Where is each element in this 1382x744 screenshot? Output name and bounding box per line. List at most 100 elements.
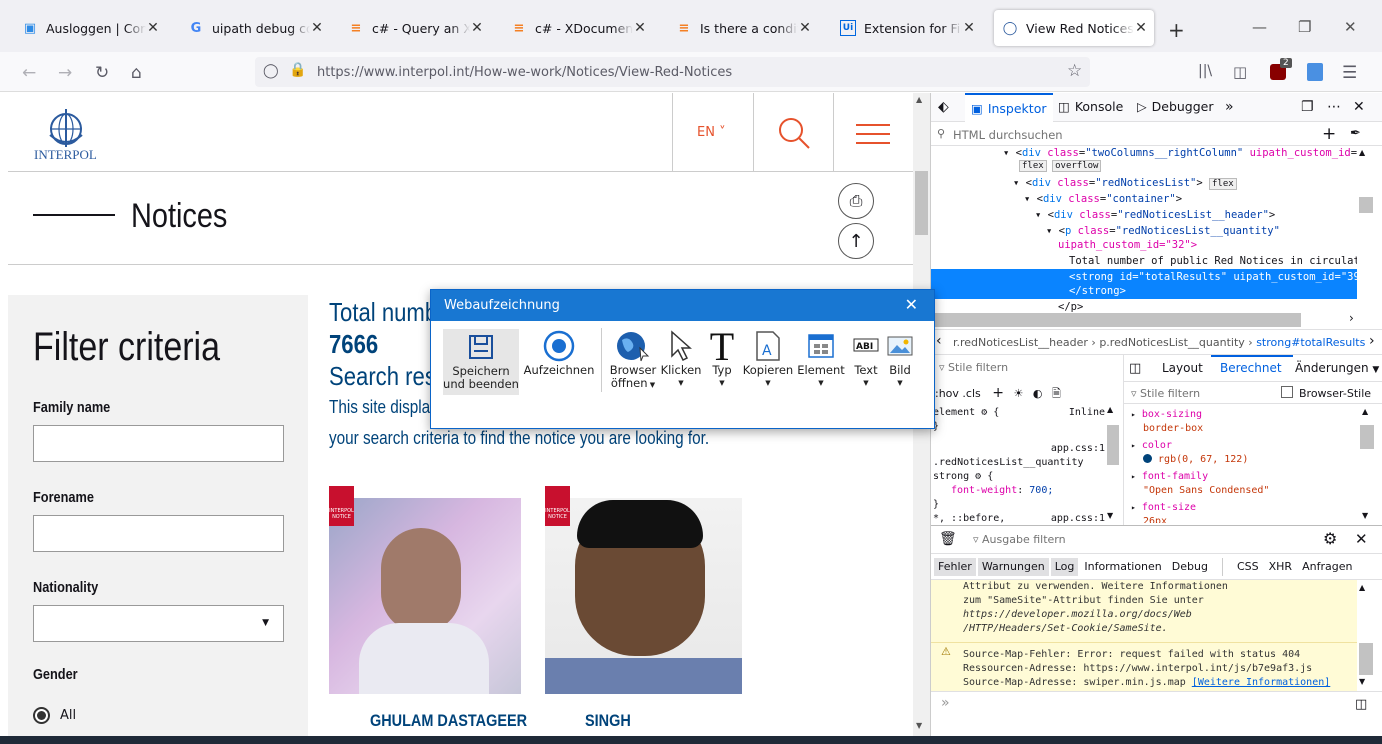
record-button[interactable]: Aufzeichnen (523, 328, 595, 377)
console-prompt[interactable]: » (941, 695, 950, 711)
tab-konsole[interactable]: ◫ Konsole (1058, 99, 1123, 114)
arrow-up-icon[interactable]: ↑ (838, 223, 874, 259)
rule-line[interactable]: .redNoticesList__quantity (933, 456, 1105, 470)
browser-tab[interactable]: ≡ c# - XDocument.De✕ (503, 10, 653, 46)
html-search-input[interactable]: HTML durchsuchen (953, 128, 1063, 142)
rule-line[interactable]: element ⚙ {Inline (933, 406, 1105, 420)
add-node-icon[interactable]: + (1322, 124, 1336, 144)
dom-node[interactable]: ▾ <div class="redNoticesList"> flex (1013, 177, 1237, 190)
browser-tab[interactable]: ▣ Ausloggen | Conso✕ (14, 10, 166, 46)
close-tab-icon[interactable]: ✕ (146, 20, 160, 36)
more-options-icon[interactable]: ⋯ (1327, 99, 1341, 115)
scroll-up-icon[interactable]: ▲ (1359, 148, 1365, 157)
dropdown-arrow-icon[interactable]: ▼ (849, 377, 883, 390)
close-tab-icon[interactable]: ✕ (798, 20, 812, 36)
hov-button[interactable]: :hov (935, 387, 959, 400)
flex-badge[interactable]: flex overflow (1019, 160, 1102, 172)
clear-console-icon[interactable]: 🗑 (939, 531, 957, 547)
url-text[interactable]: https://www.interpol.int/How-we-work/Not… (317, 65, 732, 80)
add-rule-icon[interactable]: + (992, 385, 1004, 401)
person-photo[interactable] (545, 498, 742, 694)
dropdown-arrow-icon[interactable]: ▼ (883, 377, 917, 390)
breadcrumb-right-icon[interactable]: › (1369, 333, 1375, 349)
toggle-sidebar-icon[interactable]: ◫ (1129, 361, 1141, 376)
eyedropper-icon[interactable]: ✒ (1350, 126, 1361, 141)
rule-declaration[interactable]: font-weight: 700; (933, 484, 1105, 498)
light-theme-icon[interactable]: ☀ (1014, 387, 1024, 400)
computed-prop[interactable]: ▸ font-size (1131, 501, 1361, 515)
scroll-up-icon[interactable]: ▲ (916, 95, 922, 104)
scrollbar-thumb[interactable] (915, 171, 928, 235)
dom-node[interactable]: ▾ <div class="redNoticesList__header"> (1035, 209, 1275, 221)
console-scrollbar-thumb[interactable] (1359, 643, 1373, 675)
type-button[interactable]: T Typ ▼ (703, 326, 741, 390)
rule-source[interactable]: app.css:1 (933, 442, 1105, 456)
text-button[interactable]: ABI Text ▼ (849, 328, 883, 390)
gender-all-radio[interactable] (33, 707, 50, 724)
dom-node[interactable]: ▾ <div class="container"> (1024, 193, 1182, 205)
browser-tab[interactable]: ◯ View Red Notices ✕ (994, 10, 1154, 46)
tab-layout[interactable]: Layout (1162, 361, 1203, 375)
url-bar[interactable]: ◯ 🔒 https://www.interpol.int/How-we-work… (255, 57, 1090, 87)
dropdown-arrow-icon[interactable]: ▼ (742, 377, 794, 390)
search-icon[interactable] (776, 115, 812, 154)
close-devtools-icon[interactable]: ✕ (1353, 99, 1365, 115)
dom-tree[interactable]: ▾ <div class="twoColumns__rightColumn" u… (931, 147, 1357, 327)
color-swatch[interactable] (1143, 453, 1152, 463)
breadcrumb-item[interactable]: strong#totalResults (1256, 336, 1365, 349)
copy-button[interactable]: A Kopieren ▼ (742, 328, 794, 390)
dom-h-scrollbar[interactable] (931, 313, 1301, 327)
close-tab-icon[interactable]: ✕ (633, 20, 647, 36)
scroll-down-icon[interactable]: ▼ (1362, 511, 1368, 520)
console-settings-icon[interactable]: ⚙ (1323, 529, 1337, 548)
dom-node[interactable]: ▾ <p class="redNoticesList__quantity" (1046, 225, 1280, 237)
tab-aenderungen[interactable]: Änderungen ▼ (1295, 361, 1379, 375)
computed-filter-input[interactable]: ▿ Stile filtern (1131, 387, 1200, 400)
rule-line[interactable]: strong ⚙ { (933, 470, 1105, 484)
open-browser-button[interactable]: Browser öffnen ▼ (609, 328, 657, 392)
reload-icon[interactable]: ↻ (95, 63, 109, 83)
sidebar-icon[interactable]: ◫ (1233, 63, 1247, 81)
person-photo[interactable] (329, 498, 521, 694)
rule-line[interactable]: *, ::before, app.css:1 (933, 512, 1105, 526)
filter-xhr[interactable]: XHR (1265, 558, 1296, 576)
browser-styles-checkbox[interactable] (1281, 386, 1293, 398)
library-icon[interactable]: ||\ (1198, 63, 1212, 79)
scroll-right-icon[interactable]: › (1349, 311, 1354, 325)
close-tab-icon[interactable]: ✕ (470, 20, 484, 36)
browser-tab[interactable]: Guipath debug conso✕ (180, 10, 330, 46)
dom-text-node[interactable]: Total number of public Red Notices in ci… (1069, 255, 1357, 267)
dock-icon[interactable]: ❐ (1301, 99, 1314, 115)
dark-theme-icon[interactable]: ◐ (1033, 387, 1043, 400)
computed-prop[interactable]: ▸ color (1131, 439, 1361, 453)
breadcrumb-left-icon[interactable]: ‹ (936, 333, 942, 349)
close-window-icon[interactable]: ✕ (1344, 18, 1357, 36)
shield-icon[interactable]: ◯ (263, 63, 279, 79)
image-button[interactable]: Bild ▼ (883, 328, 917, 390)
forename-input[interactable] (33, 515, 284, 552)
bookmark-star-icon[interactable]: ☆ (1067, 61, 1082, 81)
back-icon[interactable]: ← (22, 63, 36, 83)
close-tab-icon[interactable]: ✕ (310, 20, 324, 36)
computed-prop[interactable]: ▸ box-sizing (1131, 408, 1361, 422)
filter-css[interactable]: CSS (1233, 558, 1263, 576)
browser-tab[interactable]: ≡ Is there a conditiona✕ (668, 10, 818, 46)
browser-tab[interactable]: Ui Extension for Firefox✕ (832, 10, 982, 46)
print-media-icon[interactable]: 🗎 (1052, 387, 1061, 400)
console-line[interactable]: Ressourcen-Adresse: https://www.interpol… (963, 662, 1357, 676)
more-tabs-icon[interactable]: » (1225, 99, 1234, 115)
element-button[interactable]: Element ▼ (797, 328, 845, 390)
home-icon[interactable]: ⌂ (131, 63, 142, 83)
computed-prop[interactable]: ▸ font-family (1131, 470, 1361, 484)
tab-inspektor[interactable]: ▣ Inspektor (965, 93, 1053, 122)
close-icon[interactable]: ✕ (905, 295, 918, 314)
scroll-up-icon[interactable]: ▲ (1362, 407, 1368, 416)
scroll-down-icon[interactable]: ▼ (1107, 511, 1113, 520)
editor-mode-icon[interactable]: ◫ (1355, 697, 1367, 712)
minimize-icon[interactable]: — (1252, 18, 1267, 36)
filter-warnungen[interactable]: Warnungen (977, 558, 1049, 576)
tab-debugger[interactable]: ▷ Debugger (1137, 99, 1214, 114)
scroll-up-icon[interactable]: ▲ (1107, 405, 1113, 414)
element-picker-icon[interactable]: ⬖ (938, 99, 949, 115)
rules-scrollbar-thumb[interactable] (1107, 425, 1119, 465)
